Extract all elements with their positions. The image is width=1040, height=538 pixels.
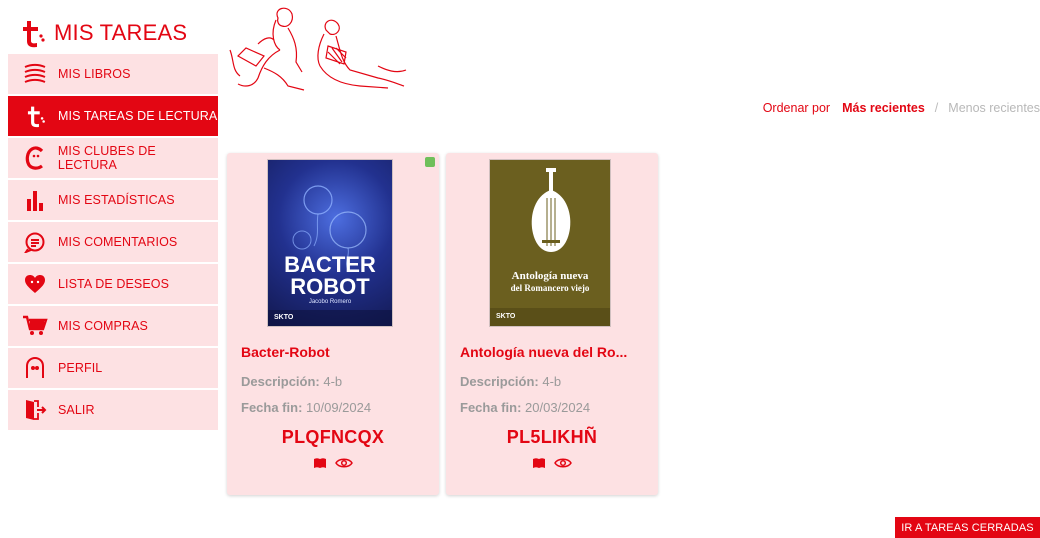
reading-girls-illustration [229, 7, 407, 91]
eye-icon[interactable] [335, 457, 353, 469]
open-book-icon[interactable] [532, 457, 546, 469]
sort-label: Ordenar por [762, 101, 831, 115]
sidebar-item-mis-compras[interactable]: MIS COMPRAS [8, 306, 218, 346]
card-actions [446, 457, 658, 469]
profile-icon [20, 355, 50, 381]
sidebar-item-mis-comentarios[interactable]: MIS COMENTARIOS [8, 222, 218, 262]
book-cover-image: Antología nueva del Romancero viejo SKTO [489, 159, 611, 327]
shopping-cart-icon [20, 313, 50, 339]
sidebar-item-label: MIS CLUBES DE LECTURA [57, 144, 156, 172]
end-date-label: Fecha fin: [241, 400, 303, 415]
sidebar-item-mis-estadisticas[interactable]: MIS ESTADÍSTICAS [8, 180, 218, 220]
sidebar-item-label: MIS TAREAS DE LECTURA [58, 109, 218, 123]
cover-author: Jacobo Romero [308, 299, 352, 305]
end-date-row: Fecha fin: 20/03/2024 [460, 400, 590, 415]
book-title[interactable]: Antología nueva del Ro... [460, 344, 650, 360]
open-book-icon[interactable] [313, 457, 327, 469]
cover-publisher: SKTO [496, 313, 516, 320]
sidebar-item-label: SALIR [58, 403, 95, 417]
closed-tasks-button[interactable]: IR A TAREAS CERRADAS [895, 517, 1040, 538]
description-label: Descripción: [460, 374, 539, 389]
club-c-icon [20, 145, 50, 171]
sort-separator: / [934, 101, 939, 115]
task-card[interactable]: Antología nueva del Romancero viejo SKTO… [446, 153, 658, 495]
bar-chart-icon [20, 187, 50, 213]
sort-most-recent-link[interactable]: Más recientes [842, 101, 925, 115]
cover-title-line2: ROBOT [290, 274, 370, 299]
sidebar-item-mis-clubes-de-lectura[interactable]: MIS CLUBES DE LECTURA [8, 138, 218, 178]
sidebar-item-mis-tareas-de-lectura[interactable]: MIS TAREAS DE LECTURA [8, 96, 218, 136]
book-title[interactable]: Bacter-Robot [241, 344, 431, 360]
sidebar-item-label: MIS LIBROS [58, 67, 131, 81]
cover-title-line2: del Romancero viejo [510, 283, 590, 293]
sidebar-item-salir[interactable]: SALIR [8, 390, 218, 430]
sidebar-item-label: PERFIL [58, 361, 103, 375]
task-code: PL5LIKHÑ [506, 427, 598, 447]
end-date-value: 20/03/2024 [525, 400, 591, 415]
eye-icon[interactable] [554, 457, 572, 469]
cover-publisher: SKTO [274, 314, 294, 321]
comment-bubble-icon [20, 229, 50, 255]
sidebar-item-label: LISTA DE DESEOS [58, 277, 170, 291]
status-badge [425, 157, 435, 167]
task-code: PLQFNCQX [281, 427, 385, 447]
end-date-label: Fecha fin: [460, 400, 522, 415]
description-label: Descripción: [241, 374, 320, 389]
page-title: MIS TAREAS [54, 20, 188, 45]
task-t-icon [20, 103, 50, 129]
sidebar-item-perfil[interactable]: PERFIL [8, 348, 218, 388]
card-actions [227, 457, 439, 469]
books-stack-icon [20, 61, 50, 87]
task-card[interactable]: BACTER ROBOT Jacobo Romero SKTO Bacter-R… [227, 153, 439, 495]
sidebar-item-label: MIS COMPRAS [58, 319, 148, 333]
description-value: 4-b [542, 374, 562, 389]
sidebar-item-label: MIS COMENTARIOS [58, 235, 178, 249]
end-date-row: Fecha fin: 10/09/2024 [241, 400, 371, 415]
description-row: Descripción: 4-b [241, 374, 342, 389]
app-logo: MIS TAREAS [18, 18, 187, 48]
sidebar-item-label: MIS ESTADÍSTICAS [58, 193, 175, 207]
description-value: 4-b [323, 374, 343, 389]
cover-title-line1: Antología nueva [511, 270, 589, 282]
sort-least-recent-link[interactable]: Menos recientes [948, 101, 1040, 115]
book-cover-image: BACTER ROBOT Jacobo Romero SKTO [267, 159, 393, 327]
logo-t-icon [23, 21, 45, 48]
sort-controls: Ordenar por Más recientes / Menos recien… [763, 101, 1040, 115]
sidebar-item-mis-libros[interactable]: MIS LIBROS [8, 54, 218, 94]
sidebar-nav: MIS LIBROS MIS TAREAS DE LECTURA MIS CLU… [8, 54, 218, 432]
end-date-value: 10/09/2024 [306, 400, 372, 415]
exit-door-icon [20, 397, 50, 423]
heart-icon [20, 271, 50, 297]
description-row: Descripción: 4-b [460, 374, 561, 389]
sidebar-item-lista-de-deseos[interactable]: LISTA DE DESEOS [8, 264, 218, 304]
